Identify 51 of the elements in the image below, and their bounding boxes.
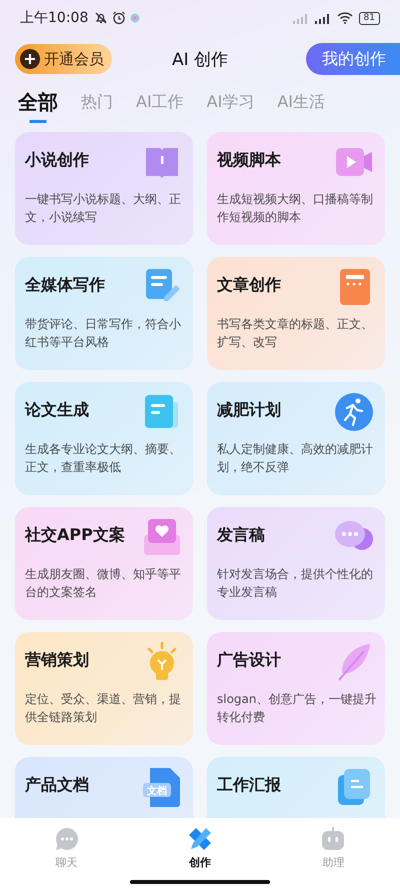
feature-card[interactable]: 营销策划 定位、受众、渠道、营销，提供全链路策划 — [15, 632, 193, 745]
card-title: 营销策划 — [25, 650, 89, 671]
page-title: AI 创作 — [172, 48, 228, 70]
robot-icon — [320, 826, 346, 852]
feature-card[interactable]: 工作汇报 — [207, 757, 385, 818]
app-icon — [130, 13, 140, 23]
card-description: 书写各类文章的标题、正文、扩写、改写 — [217, 316, 374, 351]
card-title: 发言稿 — [217, 525, 265, 546]
card-description: 针对发言场合，提供个性化的专业发言稿 — [217, 566, 374, 601]
feature-card[interactable]: 文章创作 书写各类文章的标题、正文、扩写、改写 — [207, 257, 385, 370]
card-title: 论文生成 — [25, 400, 89, 421]
card-title: 小说创作 — [25, 150, 89, 171]
card-title: 文章创作 — [217, 275, 281, 296]
battery-icon: 81 — [358, 12, 380, 24]
card-description: 私人定制健康、高效的减肥计划，绝不反弹 — [217, 441, 374, 476]
status-time: 上午10:08 — [20, 9, 88, 27]
bell-off-icon — [94, 11, 108, 25]
card-description: 定位、受众、渠道、营销，提供全链路策划 — [25, 691, 182, 726]
card-title: 减肥计划 — [217, 400, 281, 421]
card-title: 产品文档 — [25, 775, 89, 796]
nav-tab[interactable]: 创作 — [160, 826, 240, 870]
card-description: 带货评论、日常写作，符合小红书等平台风格 — [25, 316, 182, 351]
feature-card[interactable]: 产品文档 文档 — [15, 757, 193, 818]
chat-icon — [54, 826, 80, 852]
card-description: slogan、创意广告，一键提升转化付费 — [217, 691, 378, 726]
card-description: 生成朋友圈、微博、知乎等平台的文案签名 — [25, 566, 182, 601]
my-creations-button[interactable]: 我的创作 — [306, 43, 400, 75]
feature-card[interactable]: 论文生成 生成各专业论文大纲、摘要、正文，查重率极低 — [15, 382, 193, 495]
category-tab[interactable]: 全部 — [18, 89, 58, 123]
card-title: 社交APP文案 — [25, 525, 125, 546]
card-title: 视频脚本 — [217, 150, 281, 171]
plus-icon — [20, 49, 40, 69]
feature-card[interactable]: 发言稿 针对发言场合，提供个性化的专业发言稿 — [207, 507, 385, 620]
card-description: 生成短视频大纲、口播稿等制作短视频的脚本 — [217, 191, 374, 226]
feature-card[interactable]: 全媒体写作 带货评论、日常写作，符合小红书等平台风格 — [15, 257, 193, 370]
card-title: 全媒体写作 — [25, 275, 105, 296]
feature-card[interactable]: 视频脚本 生成短视频大纲、口播稿等制作短视频的脚本 — [207, 132, 385, 245]
feature-card[interactable]: 小说创作 一键书写小说标题、大纲、正文，小说续写 — [15, 132, 193, 245]
feature-card[interactable]: 社交APP文案 生成朋友圈、微博、知乎等平台的文案签名 — [15, 507, 193, 620]
card-title: 广告设计 — [217, 650, 281, 671]
pencil-icon — [186, 826, 213, 852]
alarm-icon — [112, 11, 126, 25]
runner-icon — [334, 392, 374, 432]
card-description: 生成各专业论文大纲、摘要、正文，查重率极低 — [25, 441, 182, 476]
heart-envelope-icon — [142, 517, 182, 557]
join-membership-button[interactable]: 开通会员 — [15, 44, 112, 74]
feature-card[interactable]: 广告设计 slogan、创意广告，一键提升转化付费 — [207, 632, 385, 745]
wifi-icon — [336, 12, 353, 24]
card-title: 工作汇报 — [217, 775, 281, 796]
card-description: 一键书写小说标题、大纲、正文，小说续写 — [25, 191, 182, 226]
feature-card[interactable]: 减肥计划 私人定制健康、高效的减肥计划，绝不反弹 — [207, 382, 385, 495]
